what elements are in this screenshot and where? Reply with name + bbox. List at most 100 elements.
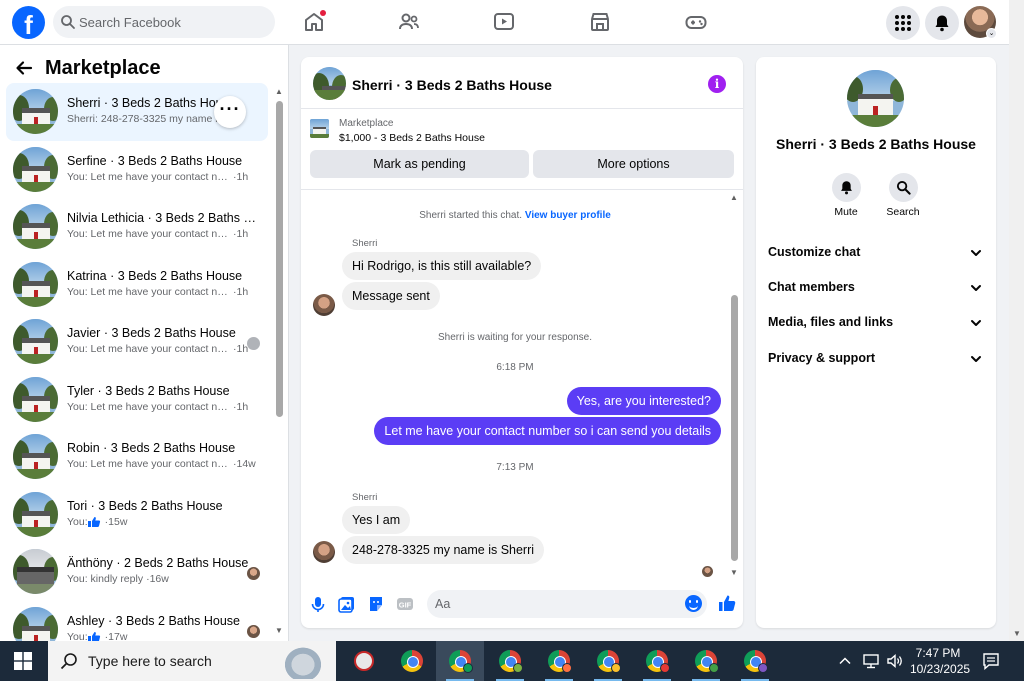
conversation-item[interactable]: Katrina · 3 Beds 2 Baths House You: Let m… [6,256,268,314]
clock-time: 7:47 PM [915,646,961,660]
conversation-item[interactable]: Sherri · 3 Beds 2 Baths House Sherri: 248… [6,83,268,141]
taskbar-app-chrome[interactable] [388,641,436,681]
inbox-scrollbar[interactable]: ▲ ▼ [275,87,284,635]
mute-label: Mute [834,206,858,218]
account-chevron-icon[interactable]: ⌄ [986,28,997,39]
conversation-list: Sherri · 3 Beds 2 Baths House Sherri: 248… [6,83,268,641]
chevron-down-icon [971,250,981,256]
chat-title[interactable]: Sherri · 3 Beds 2 Baths House [352,77,552,93]
conversation-item[interactable]: Serfine · 3 Beds 2 Baths House You: Let m… [6,141,268,199]
inbox-scroll-thumb[interactable] [276,101,283,417]
conversation-title: Robin · 3 Beds 2 Baths House [67,441,236,455]
sender-avatar[interactable] [313,294,335,316]
preview-text: You: Let me have your contact number so … [67,285,230,298]
listing-mini-thumbnail[interactable] [310,119,329,138]
message-input-field[interactable] [427,590,707,618]
gaming-icon[interactable] [684,10,708,34]
search-circle[interactable] [888,173,918,202]
volume-icon[interactable] [886,652,904,670]
incoming-message[interactable]: Hi Rodrigo, is this still available? [342,252,542,280]
conversation-item[interactable]: Änthöny · 2 Beds 2 Baths House You: kindl… [6,543,268,601]
conversation-title: Änthöny · 2 Beds 2 Baths House [67,556,249,570]
menu-button[interactable] [886,6,920,40]
gif-icon[interactable]: GIF [396,595,414,613]
window-scrollbar[interactable]: ▼ [1009,0,1024,641]
windows-start-icon[interactable] [14,652,32,670]
conversation-title: Javier · 3 Beds 2 Baths House [67,326,236,340]
search-in-conversation-button[interactable]: Search [878,173,928,218]
incoming-message[interactable]: 248-278-3325 my name is Sherri [342,536,545,564]
scroll-down-arrow-icon[interactable]: ▼ [275,626,283,635]
view-buyer-profile-link[interactable]: View buyer profile [525,210,611,221]
listing-price[interactable]: $1,000 - 3 Beds 2 Baths House [339,132,485,144]
thumbs-up-icon[interactable] [717,593,737,613]
show-hidden-icons-icon[interactable] [838,654,852,668]
facebook-logo[interactable]: f [12,6,45,39]
chat-started-text: Sherri started this chat. [419,210,523,221]
chat-scrollbar[interactable]: ▲ ▼ [730,193,739,577]
conversation-item[interactable]: Robin · 3 Beds 2 Baths House You: Let me … [6,428,268,486]
section-label: Media, files and links [768,315,894,329]
more-options-icon[interactable]: ··· [214,96,246,128]
marketplace-icon[interactable] [588,10,612,34]
taskbar-app-chrome[interactable] [584,641,632,681]
more-options-button[interactable]: More options [533,150,734,178]
chat-scroll-thumb[interactable] [731,295,738,561]
taskbar-app-chrome[interactable] [682,641,730,681]
mute-button[interactable]: Mute [821,173,871,218]
taskbar-app-chrome[interactable] [731,641,779,681]
info-section-media-files-and-links[interactable]: Media, files and links [768,315,984,335]
taskbar-app-snip[interactable] [340,641,388,681]
conversation-item[interactable]: Tori · 3 Beds 2 Baths House You: ·15w [6,486,268,544]
taskbar-clock[interactable]: 7:47 PM 10/23/2025 [910,645,970,677]
profile-badge-icon [758,663,768,673]
outgoing-message[interactable]: Yes, are you interested? [566,387,721,415]
photo-icon[interactable] [338,595,356,613]
message-composer: GIF [301,585,743,625]
conversation-info-icon[interactable]: i [708,75,726,93]
taskbar-app-chrome[interactable] [633,641,681,681]
conversation-item[interactable]: Tyler · 3 Beds 2 Baths House You: Let me … [6,371,268,429]
outgoing-message[interactable]: Let me have your contact number so i can… [374,417,721,445]
sender-avatar[interactable] [313,541,335,563]
listing-photo[interactable] [847,70,904,127]
network-icon[interactable] [862,652,880,670]
scroll-up-arrow-icon[interactable]: ▲ [275,87,283,96]
scroll-down-arrow-icon[interactable]: ▼ [730,568,738,577]
search-facebook-box[interactable] [53,6,275,38]
action-center-icon[interactable] [982,652,1000,670]
waiting-notice: Sherri is waiting for your response. [438,332,592,343]
listing-thumbnail[interactable] [313,67,346,100]
taskbar-search-box[interactable]: Type here to search [48,641,336,681]
back-arrow-icon[interactable] [14,58,34,78]
taskbar-app-chrome[interactable] [436,641,484,681]
incoming-message[interactable]: Message sent [342,282,440,310]
section-label: Privacy & support [768,351,875,365]
scroll-down-arrow-icon[interactable]: ▼ [1013,629,1021,638]
info-section-customize-chat[interactable]: Customize chat [768,245,984,265]
taskbar-app-chrome[interactable] [535,641,583,681]
sticker-icon[interactable] [367,595,385,613]
top-navigation-bar: f ⌄ [0,0,1009,45]
microphone-icon[interactable] [309,595,327,613]
conversation-item[interactable]: Ashley · 3 Beds 2 Baths House You: ·17w [6,601,268,642]
notifications-button[interactable] [925,6,959,40]
preview-text: You: [67,630,88,642]
info-section-privacy-support[interactable]: Privacy & support [768,351,984,371]
emoji-icon[interactable] [685,595,702,612]
friends-icon[interactable] [397,10,421,34]
conversation-title: Ashley · 3 Beds 2 Baths House [67,613,241,628]
conversation-item[interactable]: Nilvia Lethicia · 3 Beds 2 Baths House Yo… [6,198,268,256]
mark-as-pending-button[interactable]: Mark as pending [310,150,529,178]
info-section-chat-members[interactable]: Chat members [768,280,984,300]
timestamp: 6:18 PM [496,362,534,373]
video-icon[interactable] [492,10,516,34]
conversation-item[interactable]: Javier · 3 Beds 2 Baths House You: Let me… [6,313,268,371]
taskbar-app-chrome[interactable] [486,641,534,681]
scroll-up-arrow-icon[interactable]: ▲ [730,193,738,202]
mute-circle[interactable] [831,173,861,202]
message-input[interactable] [435,590,675,618]
section-label: Chat members [768,280,855,294]
search-input[interactable] [79,6,269,38]
incoming-message[interactable]: Yes I am [342,506,411,534]
